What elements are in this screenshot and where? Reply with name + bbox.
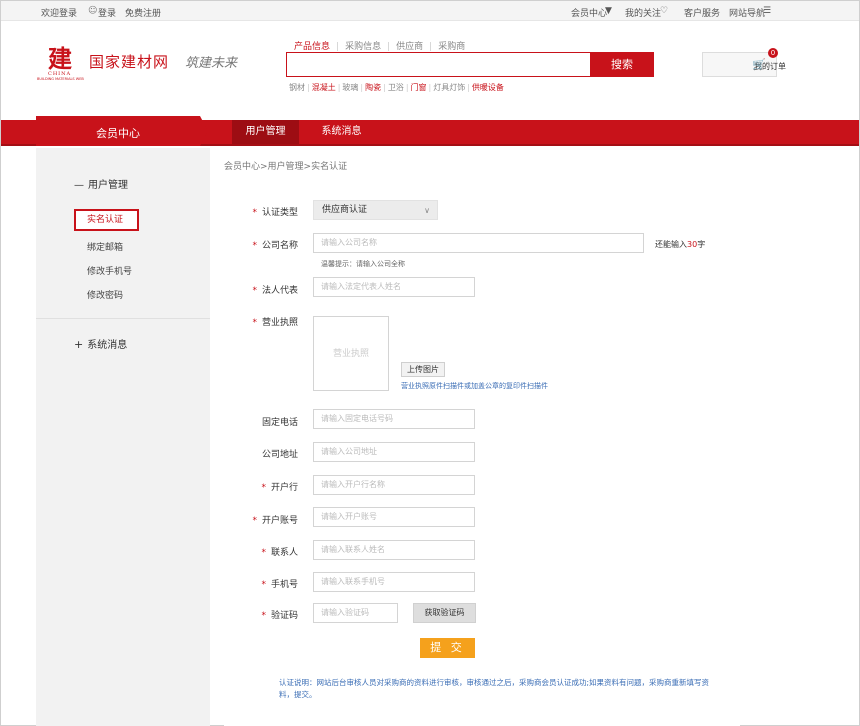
company-hint: 温馨提示：请输入公司全称 bbox=[321, 260, 405, 268]
license-label: * 营业执照 bbox=[252, 318, 298, 328]
sidebar-item-change-password[interactable]: 修改密码 bbox=[87, 288, 123, 301]
slogan: 筑建未来 bbox=[185, 56, 238, 71]
search-tab-products[interactable]: 产品信息 bbox=[294, 42, 330, 52]
chevron-right-icon: › bbox=[767, 59, 771, 69]
breadcrumb: 会员中心>用户管理>实名认证 bbox=[224, 162, 348, 172]
nav-user-management[interactable]: 用户管理 bbox=[232, 120, 299, 144]
form-panel bbox=[224, 178, 740, 726]
login-link[interactable]: 登录 bbox=[98, 6, 116, 19]
contact-input[interactable]: 请输入联系人姓名 bbox=[313, 540, 475, 560]
phone-label: 固定电话 bbox=[261, 418, 298, 428]
account-input[interactable]: 请输入开户账号 bbox=[313, 507, 475, 527]
sidebar-group-system[interactable]: + 系统消息 bbox=[74, 336, 127, 351]
hot-link[interactable]: 灯具灯饰 bbox=[433, 83, 465, 92]
bank-input[interactable]: 请输入开户行名称 bbox=[313, 475, 475, 495]
dropdown-caret-icon: ▼ bbox=[605, 6, 612, 16]
list-icon: ☰ bbox=[763, 6, 772, 16]
company-input[interactable]: 请输入公司名称 bbox=[313, 233, 644, 253]
mobile-input[interactable]: 请输入联系手机号 bbox=[313, 572, 475, 592]
cart-count-badge: 0 bbox=[768, 48, 778, 58]
sidebar-group-user[interactable]: — 用户管理 bbox=[74, 176, 128, 191]
logo-mark[interactable]: 建 bbox=[48, 47, 72, 71]
search-tab-purchases[interactable]: 采购信息 bbox=[345, 42, 381, 52]
hot-link[interactable]: 陶瓷 bbox=[365, 83, 381, 92]
code-input[interactable]: 请输入验证码 bbox=[313, 603, 398, 623]
customer-service-link[interactable]: 客户服务 bbox=[684, 6, 720, 19]
logo-title[interactable]: 国家建材网 bbox=[89, 51, 169, 72]
hot-link[interactable]: 供暖设备 bbox=[472, 83, 504, 92]
license-preview: 营业执照 bbox=[313, 316, 389, 391]
search-tab-suppliers[interactable]: 供应商 bbox=[396, 42, 423, 52]
sidebar-item-bind-email[interactable]: 绑定邮箱 bbox=[87, 240, 123, 253]
search-button[interactable]: 搜索 bbox=[590, 52, 654, 77]
code-label: * 验证码 bbox=[261, 611, 298, 621]
nav-member-center[interactable]: 会员中心 bbox=[36, 116, 208, 146]
my-orders-button[interactable]: 我的订单 🛒 › bbox=[702, 52, 786, 77]
bank-label: * 开户行 bbox=[261, 483, 298, 493]
phone-input[interactable]: 请输入固定电话号码 bbox=[313, 409, 475, 429]
account-label: * 开户账号 bbox=[252, 516, 298, 526]
company-label: * 公司名称 bbox=[252, 241, 298, 251]
site-nav-link[interactable]: 网站导航 bbox=[729, 6, 765, 19]
nav-member-center-label: 会员中心 bbox=[96, 127, 140, 140]
welcome-text: 欢迎登录 bbox=[41, 9, 78, 19]
cert-type-value: 供应商认证 bbox=[322, 205, 368, 215]
search-tab-buyers[interactable]: 采购商 bbox=[438, 42, 465, 52]
hot-keywords: 钢材 | 混凝土 | 玻璃 | 陶瓷 | 卫浴 | 门窗 | 灯具灯饰 | 供暖设备 bbox=[289, 83, 504, 92]
expand-icon: + bbox=[74, 338, 84, 351]
cart-icon: 🛒 bbox=[752, 58, 766, 71]
sidebar-item-realname[interactable]: 实名认证 bbox=[74, 209, 139, 231]
logo-en-sub: BUILDING MATERIALS WEB bbox=[37, 77, 84, 81]
address-input[interactable]: 请输入公司地址 bbox=[313, 442, 475, 462]
sidebar bbox=[36, 148, 210, 726]
sidebar-item-change-mobile[interactable]: 修改手机号 bbox=[87, 264, 132, 277]
search-tabs: 产品信息 | 采购信息 | 供应商 | 采购商 bbox=[294, 42, 466, 52]
hot-link[interactable]: 钢材 bbox=[289, 83, 305, 92]
upload-hint: 营业执照原件扫描件或加盖公章的复印件扫描件 bbox=[401, 382, 548, 390]
register-link[interactable]: 免费注册 bbox=[125, 6, 161, 19]
char-counter: 还能输入30字 bbox=[655, 240, 706, 249]
cert-type-label: * 认证类型 bbox=[252, 208, 298, 218]
chevron-down-icon: ∨ bbox=[424, 206, 430, 215]
legal-label: * 法人代表 bbox=[252, 286, 298, 296]
nav-system-messages[interactable]: 系统消息 bbox=[308, 120, 375, 144]
member-center-link[interactable]: 会员中心 bbox=[571, 6, 607, 19]
certification-note: 认证说明：网站后台审核人员对采购商的资料进行审核，审核通过之后，采购商会员认证成… bbox=[279, 678, 710, 699]
sidebar-group-system-label: 系统消息 bbox=[87, 340, 128, 351]
my-orders-label: 我的订单 bbox=[754, 62, 786, 71]
cert-type-select[interactable]: 供应商认证 ∨ bbox=[313, 200, 438, 220]
collapse-icon: — bbox=[74, 180, 84, 191]
get-code-button[interactable]: 获取验证码 bbox=[413, 603, 476, 623]
address-label: 公司地址 bbox=[261, 450, 298, 460]
hot-link[interactable]: 卫浴 bbox=[388, 83, 404, 92]
hot-link[interactable]: 玻璃 bbox=[342, 83, 358, 92]
user-icon: ☺ bbox=[88, 6, 98, 16]
heart-icon: ♡ bbox=[660, 6, 669, 16]
hot-link[interactable]: 混凝土 bbox=[312, 83, 336, 92]
hot-link[interactable]: 门窗 bbox=[411, 83, 427, 92]
sidebar-divider bbox=[36, 318, 210, 319]
upload-image-button[interactable]: 上传图片 bbox=[401, 362, 445, 377]
top-utility-bar: 欢迎登录 ☺ 登录 免费注册 会员中心 ▼ 我的关注 ♡ 客户服务 网站导航 ☰ bbox=[1, 1, 859, 21]
sidebar-group-user-label: 用户管理 bbox=[88, 180, 128, 191]
mobile-label: * 手机号 bbox=[261, 580, 298, 590]
contact-label: * 联系人 bbox=[261, 548, 298, 558]
legal-input[interactable]: 请输入法定代表人姓名 bbox=[313, 277, 475, 297]
submit-button[interactable]: 提 交 bbox=[420, 638, 475, 658]
search-input[interactable] bbox=[286, 52, 591, 77]
my-favorites-link[interactable]: 我的关注 bbox=[625, 6, 661, 19]
